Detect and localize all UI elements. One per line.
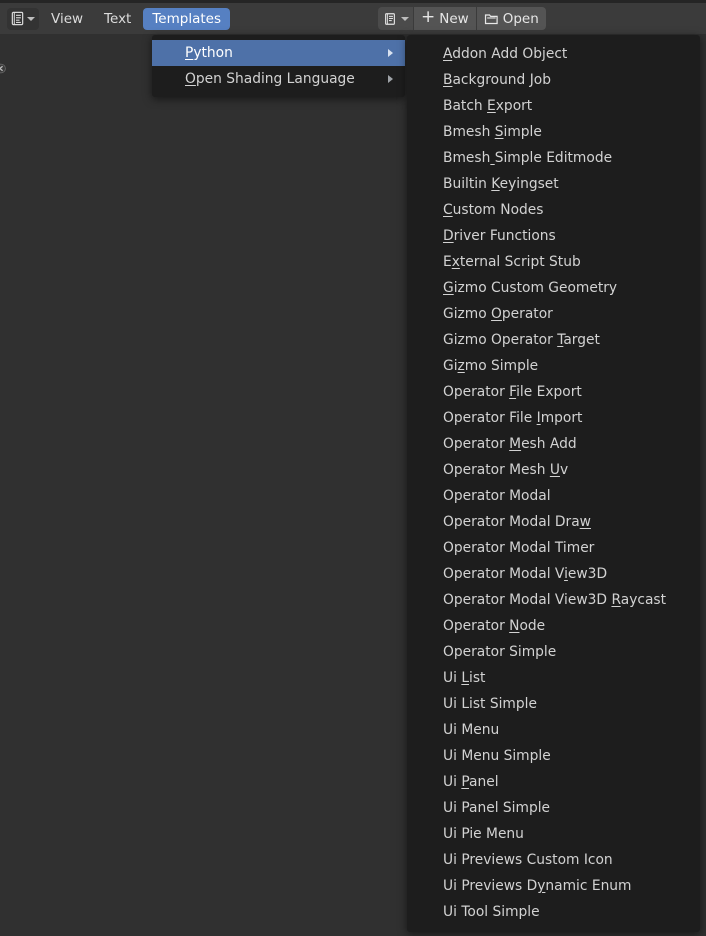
menu-item-label: Operator File Import xyxy=(443,410,583,426)
menu-item-ui-menu-simple[interactable]: Ui Menu Simple xyxy=(407,743,700,769)
menu-item-builtin-keyingset[interactable]: Builtin Keyingset xyxy=(407,171,700,197)
menu-item-custom-nodes[interactable]: Custom Nodes xyxy=(407,197,700,223)
menu-item-label: Gizmo Custom Geometry xyxy=(443,280,618,296)
menu-item-driver-functions[interactable]: Driver Functions xyxy=(407,223,700,249)
menu-item-label: Operator Mesh Uv xyxy=(443,462,569,478)
menu-item-ui-pie-menu[interactable]: Ui Pie Menu xyxy=(407,821,700,847)
chevron-down-icon xyxy=(401,17,409,21)
menu-item-ui-menu[interactable]: Ui Menu xyxy=(407,717,700,743)
menu-item-label: Ui Menu xyxy=(443,722,500,738)
menu-item-label: Ui Previews Dynamic Enum xyxy=(443,878,632,894)
menu-item-label: Ui List xyxy=(443,670,486,686)
menu-item-label: External Script Stub xyxy=(443,254,581,270)
menu-text[interactable]: Text xyxy=(95,8,140,30)
menu-item-label: Python xyxy=(185,45,233,61)
chevron-right-icon xyxy=(388,49,393,57)
menu-item-label: Operator Simple xyxy=(443,644,557,660)
open-text-label: Open xyxy=(502,10,539,27)
menu-item-label: Ui Menu Simple xyxy=(443,748,551,764)
menu-item-operator-modal[interactable]: Operator Modal xyxy=(407,483,700,509)
menu-item-label: Ui Panel xyxy=(443,774,499,790)
menu-item-operator-modal-timer[interactable]: Operator Modal Timer xyxy=(407,535,700,561)
menu-item-open-shading-language[interactable]: Open Shading Language xyxy=(152,66,405,92)
menu-item-ui-previews-custom-icon[interactable]: Ui Previews Custom Icon xyxy=(407,847,700,873)
menu-item-label: Addon Add Object xyxy=(443,46,568,62)
chevron-right-icon xyxy=(388,75,393,83)
menu-item-operator-modal-view3d-raycast[interactable]: Operator Modal View3D Raycast xyxy=(407,587,700,613)
menu-item-ui-tool-simple[interactable]: Ui Tool Simple xyxy=(407,899,700,925)
menu-item-ui-list[interactable]: Ui List xyxy=(407,665,700,691)
menu-item-operator-simple[interactable]: Operator Simple xyxy=(407,639,700,665)
templates-dropdown-menu: Python Open Shading Language xyxy=(152,35,405,97)
menu-item-label: Operator Modal Draw xyxy=(443,514,591,530)
menu-item-label: Ui Tool Simple xyxy=(443,904,540,920)
text-editor-icon xyxy=(10,11,25,26)
menu-item-label: Operator Node xyxy=(443,618,546,634)
menu-item-ui-panel-simple[interactable]: Ui Panel Simple xyxy=(407,795,700,821)
editor-type-selector[interactable] xyxy=(7,7,39,30)
menu-item-label: Open Shading Language xyxy=(185,71,355,87)
menu-item-label: Operator Mesh Add xyxy=(443,436,577,452)
menu-item-label: Ui Panel Simple xyxy=(443,800,551,816)
chevron-down-icon xyxy=(27,17,35,21)
menu-item-label: Operator Modal Timer xyxy=(443,540,595,556)
menu-item-background-job[interactable]: Background Job xyxy=(407,67,700,93)
menu-item-operator-node[interactable]: Operator Node xyxy=(407,613,700,639)
menu-item-gizmo-simple[interactable]: Gizmo Simple xyxy=(407,353,700,379)
menu-item-label: Custom Nodes xyxy=(443,202,544,218)
plus-icon: + xyxy=(421,7,436,27)
menu-item-operator-modal-view3d[interactable]: Operator Modal View3D xyxy=(407,561,700,587)
menu-item-external-script-stub[interactable]: External Script Stub xyxy=(407,249,700,275)
menu-item-label: Ui List Simple xyxy=(443,696,537,712)
menu-item-label: Ui Pie Menu xyxy=(443,826,524,842)
menu-item-operator-mesh-uv[interactable]: Operator Mesh Uv xyxy=(407,457,700,483)
menu-item-label: Bmesh Simple Editmode xyxy=(443,150,613,166)
menu-item-gizmo-custom-geometry[interactable]: Gizmo Custom Geometry xyxy=(407,275,700,301)
folder-open-icon xyxy=(484,12,499,26)
text-datablock-widget: + New Open xyxy=(378,7,546,30)
menu-item-operator-file-import[interactable]: Operator File Import xyxy=(407,405,700,431)
menu-item-operator-mesh-add[interactable]: Operator Mesh Add xyxy=(407,431,700,457)
menu-item-gizmo-operator-target[interactable]: Gizmo Operator Target xyxy=(407,327,700,353)
text-datablock-icon xyxy=(383,12,397,26)
text-editor-header: View Text Templates + New Open xyxy=(0,3,706,35)
menu-view[interactable]: View xyxy=(42,8,92,30)
menu-item-label: Builtin Keyingset xyxy=(443,176,559,192)
menu-item-ui-previews-dynamic-enum[interactable]: Ui Previews Dynamic Enum xyxy=(407,873,700,899)
menu-item-ui-panel[interactable]: Ui Panel xyxy=(407,769,700,795)
menu-item-label: Bmesh Simple xyxy=(443,124,542,140)
menu-item-bmesh-simple[interactable]: Bmesh Simple xyxy=(407,119,700,145)
menu-templates[interactable]: Templates xyxy=(143,7,230,30)
menu-item-label: Gizmo Simple xyxy=(443,358,539,374)
menu-item-label: Ui Previews Custom Icon xyxy=(443,852,613,868)
menu-item-label: Operator Modal View3D xyxy=(443,566,608,582)
new-text-button[interactable]: + New xyxy=(413,7,476,30)
menu-item-operator-file-export[interactable]: Operator File Export xyxy=(407,379,700,405)
menu-item-label: Gizmo Operator xyxy=(443,306,553,322)
menu-item-label: Operator File Export xyxy=(443,384,582,400)
menu-item-ui-list-simple[interactable]: Ui List Simple xyxy=(407,691,700,717)
menu-item-label: Operator Modal View3D Raycast xyxy=(443,592,667,608)
menu-item-python[interactable]: Python xyxy=(152,40,405,66)
open-text-button[interactable]: Open xyxy=(475,7,546,30)
menu-item-gizmo-operator[interactable]: Gizmo Operator xyxy=(407,301,700,327)
menu-item-label: Operator Modal xyxy=(443,488,551,504)
menu-item-label: Gizmo Operator Target xyxy=(443,332,600,348)
menu-item-addon-add-object[interactable]: Addon Add Object xyxy=(407,41,700,67)
region-toggle-arrow-icon[interactable] xyxy=(0,60,10,74)
new-text-label: New xyxy=(439,10,469,27)
menu-item-batch-export[interactable]: Batch Export xyxy=(407,93,700,119)
python-templates-menu: Addon Add Object Background Job Batch Expo… xyxy=(407,35,700,932)
menu-item-label: Batch Export xyxy=(443,98,533,114)
menu-item-label: Background Job xyxy=(443,72,551,88)
menu-item-bmesh-simple-editmode[interactable]: Bmesh Simple Editmode xyxy=(407,145,700,171)
datablock-browse-button[interactable] xyxy=(378,7,413,30)
menu-item-label: Driver Functions xyxy=(443,228,556,244)
menu-item-operator-modal-draw[interactable]: Operator Modal Draw xyxy=(407,509,700,535)
